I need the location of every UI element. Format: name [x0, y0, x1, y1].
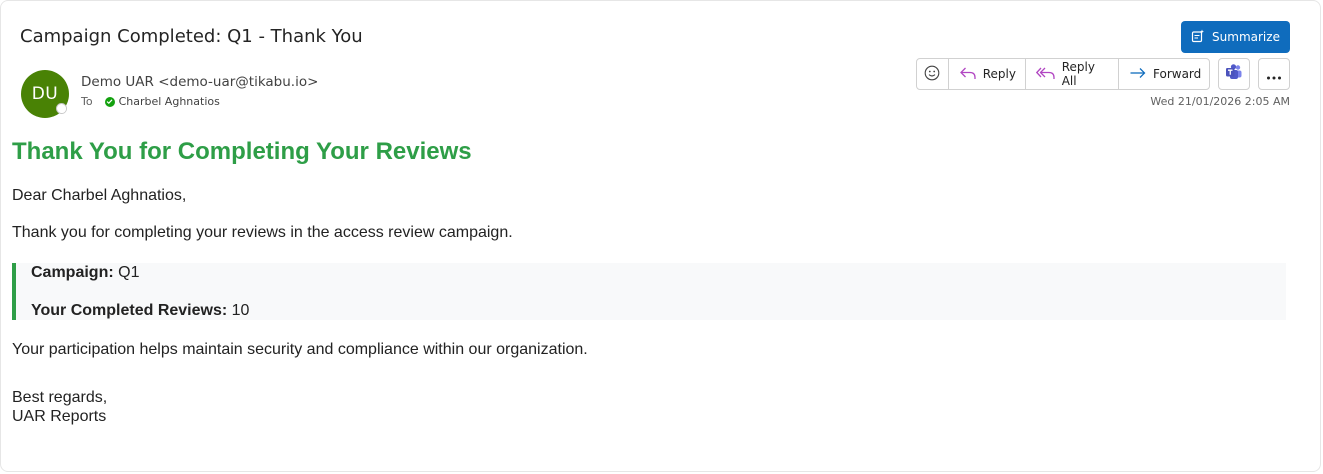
completed-reviews-row: Your Completed Reviews: 10 — [31, 302, 249, 320]
reply-all-icon — [1035, 65, 1056, 84]
teams-chat-button[interactable] — [1218, 58, 1250, 90]
completed-reviews-label: Your Completed Reviews: — [31, 302, 232, 319]
sender-info[interactable]: Demo UAR <demo-uar@tikabu.io> — [81, 74, 318, 90]
intro-text: Thank you for completing your reviews in… — [12, 224, 513, 241]
react-button[interactable] — [917, 59, 949, 89]
completed-reviews-value: 10 — [231, 302, 250, 319]
reply-label: Reply — [982, 67, 1016, 81]
smiley-icon — [924, 65, 940, 84]
campaign-row: Campaign: Q1 — [31, 264, 139, 282]
summarize-label: Summarize — [1212, 30, 1280, 44]
reply-all-label: Reply All — [1061, 60, 1095, 88]
available-check-icon — [104, 96, 115, 107]
campaign-value: Q1 — [118, 264, 140, 281]
presence-status-icon — [56, 103, 67, 114]
greeting-text: Dear Charbel Aghnatios, — [12, 187, 187, 204]
body-heading: Thank You for Completing Your Reviews — [12, 138, 472, 165]
recipient-line: To Charbel Aghnatios — [81, 95, 220, 108]
email-subject: Campaign Completed: Q1 - Thank You — [20, 26, 363, 47]
forward-label: Forward — [1153, 67, 1202, 81]
summarize-button[interactable]: Summarize — [1181, 21, 1290, 53]
reply-button[interactable]: Reply — [949, 59, 1026, 89]
recipient-name[interactable]: Charbel Aghnatios — [119, 95, 220, 108]
closing-text: Best regards, — [12, 389, 108, 406]
campaign-label: Campaign: — [31, 264, 119, 281]
forward-button[interactable]: Forward — [1119, 59, 1209, 89]
more-icon — [1266, 65, 1282, 84]
summary-callout: Campaign: Q1 Your Completed Reviews: 10 — [12, 263, 1286, 320]
teams-icon — [1225, 63, 1243, 85]
reply-all-button[interactable]: Reply All — [1026, 59, 1119, 89]
to-label: To — [81, 95, 93, 108]
reply-icon — [959, 65, 977, 84]
more-actions-button[interactable] — [1258, 58, 1290, 90]
forward-icon — [1129, 65, 1147, 84]
received-timestamp: Wed 21/01/2026 2:05 AM — [1150, 95, 1290, 108]
signature-text: UAR Reports — [12, 408, 107, 425]
participation-text: Your participation helps maintain securi… — [12, 341, 588, 358]
summarize-icon — [1191, 29, 1205, 46]
message-actions: Reply Reply All Forward — [916, 58, 1210, 90]
